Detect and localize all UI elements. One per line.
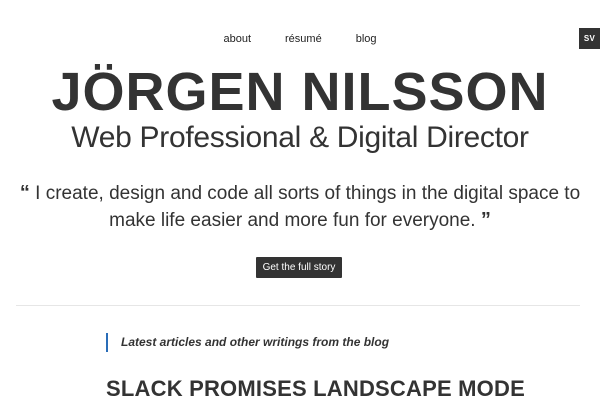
page: about résumé blog SV JÖRGEN NILSSON Web … — [0, 0, 600, 400]
close-quote-mark: ” — [480, 209, 491, 231]
quote-line-1: “ I create, design and code all sorts of… — [0, 180, 600, 207]
full-story-button[interactable]: Get the full story — [256, 257, 342, 278]
nav-link-blog[interactable]: blog — [356, 33, 377, 45]
blog-intro-label: Latest articles and other writings from … — [106, 333, 389, 352]
main-nav: about résumé blog — [0, 33, 600, 45]
latest-post-title[interactable]: SLACK PROMISES LANDSCAPE MODE — [106, 375, 525, 400]
quote-text-2: make life easier and more fun for everyo… — [109, 210, 476, 231]
quote-line-2: make life easier and more fun for everyo… — [0, 207, 600, 234]
site-subtitle: Web Professional & Digital Director — [71, 121, 529, 154]
nav-link-about[interactable]: about — [223, 33, 251, 45]
quote-text-1: I create, design and code all sorts of t… — [35, 183, 581, 204]
nav-link-resume[interactable]: résumé — [285, 33, 322, 45]
intro-quote: “ I create, design and code all sorts of… — [0, 180, 600, 234]
section-divider — [16, 305, 580, 306]
site-title: JÖRGEN NILSSON — [51, 62, 549, 122]
open-quote-mark: “ — [19, 182, 30, 204]
language-switch-button[interactable]: SV — [579, 28, 600, 49]
